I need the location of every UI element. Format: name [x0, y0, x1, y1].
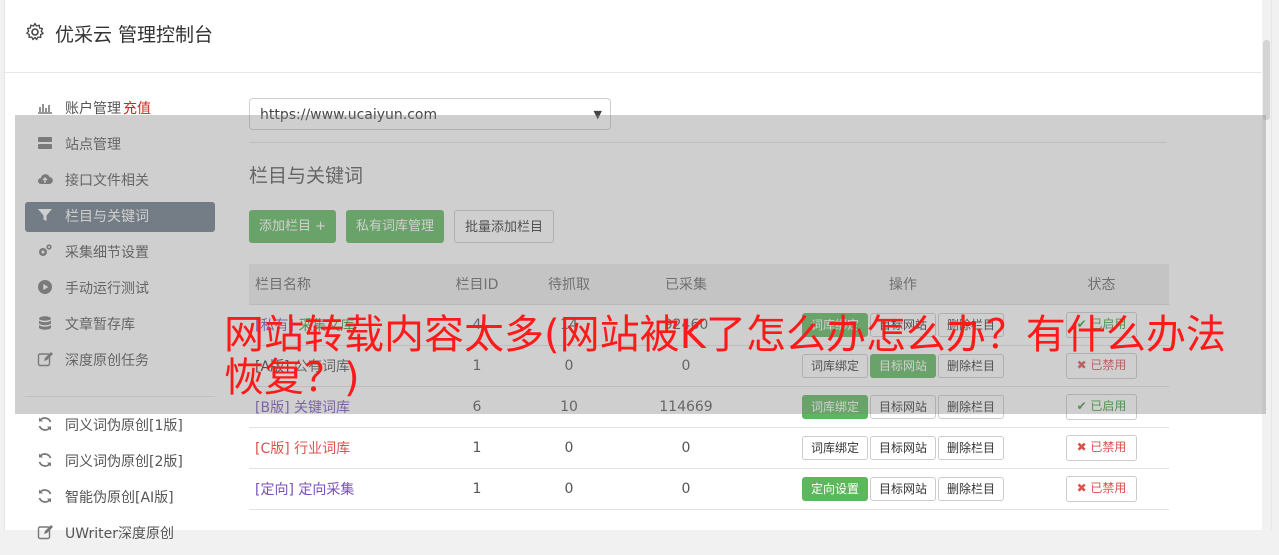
target-site-button[interactable]: 目标网站: [869, 477, 936, 501]
refresh-icon: [38, 489, 52, 503]
collected-count: 0: [600, 427, 772, 469]
pending-count[interactable]: 0: [538, 427, 600, 469]
sidebar-item-label: 同义词伪原创[1版]: [65, 418, 183, 434]
directed-settings-button[interactable]: 定向设置: [801, 477, 868, 501]
column-id: 1: [416, 427, 538, 469]
column-tag: [C版]: [255, 441, 290, 457]
column-id: 1: [416, 468, 538, 510]
sidebar-item-uwriter[interactable]: UWriter深度原创: [25, 519, 215, 549]
lexicon-bind-button[interactable]: 词库绑定: [801, 436, 868, 460]
delete-column-button[interactable]: 删除栏目: [938, 436, 1005, 460]
sidebar-item-synonym-v1[interactable]: 同义词伪原创[1版]: [25, 411, 215, 441]
refresh-icon: [38, 453, 52, 467]
edit-icon: [37, 525, 53, 540]
column-name-cell[interactable]: [定向] 定向采集: [249, 468, 416, 510]
status-toggle[interactable]: ✖ 已禁用: [1065, 435, 1138, 461]
sidebar-item-label: UWriter深度原创: [65, 526, 174, 542]
bar-chart-icon: [38, 104, 52, 114]
column-tag: [定向]: [255, 482, 294, 498]
sidebar-item-label: 智能伪原创[AI版]: [65, 490, 174, 506]
overlay-headline: 网站转载内容太多(网站被K了怎么办怎么办？有什么办法恢复？): [224, 312, 1226, 401]
table-row: [定向] 定向采集 1 0 0 定向设置 目标网站 删除栏目 ✖ 已禁用: [249, 468, 1169, 510]
collected-count: 0: [600, 468, 772, 510]
delete-column-button[interactable]: 删除栏目: [938, 477, 1005, 501]
ops-cell: 定向设置 目标网站 删除栏目: [772, 468, 1034, 510]
page-title: 优采云 管理控制台: [55, 24, 214, 46]
sidebar-item-ai-original[interactable]: 智能伪原创[AI版]: [25, 483, 215, 513]
sidebar-item-synonym-v2[interactable]: 同义词伪原创[2版]: [25, 447, 215, 477]
sidebar-item-label: 同义词伪原创[2版]: [65, 454, 183, 470]
target-site-button[interactable]: 目标网站: [869, 436, 936, 460]
ops-cell: 词库绑定 目标网站 删除栏目: [772, 427, 1034, 469]
status-toggle[interactable]: ✖ 已禁用: [1065, 476, 1138, 502]
refresh-icon: [38, 417, 52, 431]
gear-icon: [26, 22, 44, 41]
column-name[interactable]: 行业词库: [294, 441, 350, 457]
status-cell: ✖ 已禁用: [1034, 427, 1169, 469]
scrollbar-thumb[interactable]: [1263, 40, 1270, 120]
column-name-cell[interactable]: [C版] 行业词库: [249, 427, 416, 469]
column-name[interactable]: 定向采集: [298, 482, 354, 498]
status-cell: ✖ 已禁用: [1034, 468, 1169, 510]
pending-count[interactable]: 0: [538, 468, 600, 510]
page-header: 优采云 管理控制台: [5, 0, 1271, 73]
table-row: [C版] 行业词库 1 0 0 词库绑定 目标网站 删除栏目 ✖ 已禁用: [249, 427, 1169, 469]
